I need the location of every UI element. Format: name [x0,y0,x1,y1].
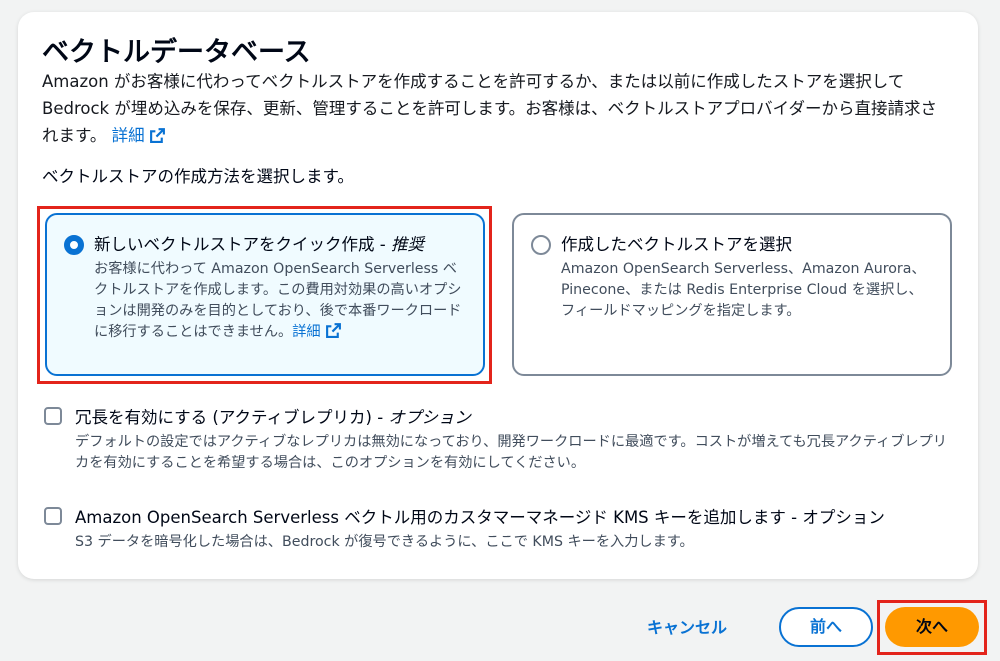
creation-method-question: ベクトルストアの作成方法を選択します。 [42,167,354,186]
section-title: ベクトルデータベース [42,37,311,68]
external-link-icon [149,128,165,143]
learn-more-link[interactable]: 詳細 [112,126,166,145]
redundancy-checkbox[interactable] [44,407,62,425]
redundancy-label-text: 冗長を有効にする (アクティブレプリカ) - [75,408,389,427]
select-existing-description: Amazon OpenSearch Serverless、Amazon Auro… [561,261,926,319]
redundancy-label: 冗長を有効にする (アクティブレプリカ) - オプション [75,404,471,428]
optional-label: オプション [388,408,471,427]
previous-button[interactable]: 前へ [779,607,873,647]
select-existing-radio[interactable] [531,235,551,255]
selection-highlight-box [37,206,492,384]
kms-key-checkbox[interactable] [44,507,62,525]
description-text: Amazon がお客様に代わってベクトルストアを作成することを許可するか、または… [42,72,938,145]
kms-key-label: Amazon OpenSearch Serverless ベクトル用のカスタマー… [75,508,885,527]
next-button-highlight-box [877,600,987,655]
redundancy-description: デフォルトの設定ではアクティブなレプリカは無効になっており、開発ワークロードに最… [75,434,947,471]
select-existing-title: 作成したベクトルストアを選択 [561,235,792,254]
cancel-button[interactable]: キャンセル [633,612,741,644]
kms-key-description: S3 データを暗号化した場合は、Bedrock が復号できるように、ここで KM… [75,534,694,550]
section-description: Amazon がお客様に代わってベクトルストアを作成することを許可するか、または… [42,68,948,149]
select-existing-option[interactable]: 作成したベクトルストアを選択 Amazon OpenSearch Serverl… [512,213,952,376]
learn-more-label[interactable]: 詳細 [112,126,145,145]
